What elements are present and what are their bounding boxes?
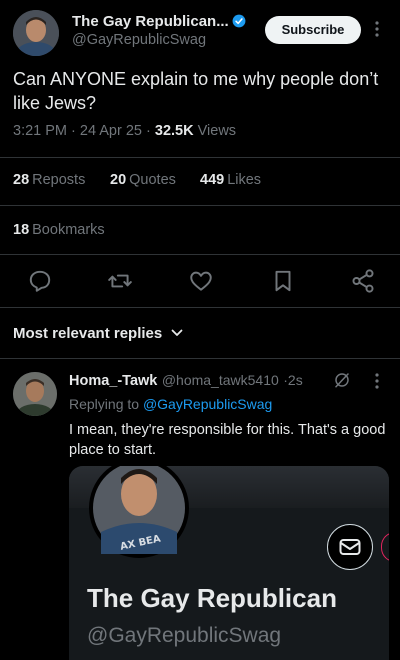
post-time: 3:21 PM (13, 123, 67, 139)
chevron-down-icon (172, 329, 183, 336)
author-avatar-image (13, 10, 59, 56)
likes-count: 449 (200, 172, 225, 188)
reply-text: I mean, they're responsible for this. Th… (69, 422, 386, 458)
replying-to-prefix: Replying to (69, 396, 140, 412)
verified-badge-icon (232, 14, 246, 28)
profile-picture: AX BEA (87, 466, 191, 558)
bookmarks-count: 18 (13, 222, 30, 238)
replying-to-line: Replying to @GayRepublicSwag (69, 396, 272, 412)
meta-separator: · (71, 123, 76, 139)
reply-author-avatar[interactable] (13, 372, 57, 416)
reposts-count: 28 (13, 172, 30, 188)
more-options-icon[interactable] (374, 20, 380, 42)
views-count[interactable]: 32.5K (155, 123, 194, 139)
quotes-count: 20 (110, 172, 127, 188)
meta-separator: · (146, 123, 151, 139)
envelope-icon (339, 539, 361, 555)
post-date: 24 Apr 25 (79, 123, 142, 139)
post-author-name-row[interactable]: The Gay Republican... (72, 13, 246, 30)
divider (0, 358, 400, 359)
repost-icon[interactable] (107, 268, 133, 294)
divider (0, 205, 400, 206)
reposts-stat[interactable]: 28 Reposts (13, 172, 85, 188)
like-icon[interactable] (188, 268, 214, 294)
reply-header: Homa_-Tawk @homa_tawk5410 ·2s (69, 372, 303, 390)
reply-avatar-image (13, 372, 57, 416)
likes-stat[interactable]: 449 Likes (200, 172, 261, 188)
divider (0, 254, 400, 255)
views-label[interactable]: Views (198, 123, 236, 139)
quotes-label: Quotes (129, 172, 176, 188)
author-avatar[interactable] (13, 10, 59, 56)
share-icon[interactable] (350, 268, 376, 294)
subscribe-button[interactable]: Subscribe (265, 16, 361, 44)
replies-section-title: Most relevant replies (13, 325, 163, 342)
post-meta: 3:21 PM · 24 Apr 25 · 32.5K Views (13, 123, 236, 139)
reply-more-options-icon[interactable] (374, 372, 380, 394)
bookmark-icon[interactable] (270, 268, 296, 294)
bookmarks-stat[interactable]: 18 Bookmarks (13, 222, 105, 238)
divider (0, 157, 400, 158)
message-button[interactable] (327, 524, 373, 570)
partial-button-edge (381, 532, 389, 562)
quotes-stat[interactable]: 20 Quotes (110, 172, 176, 188)
reply-media-image[interactable]: AX BEA The Gay Republican @GayRepublicSw… (69, 466, 389, 660)
divider (0, 307, 400, 308)
profile-handle: @GayRepublicSwag (87, 624, 282, 647)
reply-author-handle[interactable]: @homa_tawk5410 (162, 372, 279, 388)
reply-icon[interactable] (27, 268, 53, 294)
grok-icon[interactable] (333, 371, 351, 389)
replying-to-link[interactable]: @GayRepublicSwag (143, 396, 272, 412)
post-author-name[interactable]: The Gay Republican... (72, 13, 229, 30)
reply-time[interactable]: 2s (288, 372, 303, 388)
reposts-label: Reposts (32, 172, 86, 188)
likes-label: Likes (227, 172, 262, 188)
post-author-handle[interactable]: @GayRepublicSwag (72, 32, 206, 48)
bookmarks-label: Bookmarks (32, 222, 105, 238)
replies-sort-dropdown[interactable]: Most relevant replies (13, 325, 183, 342)
profile-display-name: The Gay Republican (87, 583, 337, 613)
reply-author-name[interactable]: Homa_-Tawk (69, 373, 157, 389)
post-text: Can ANYONE explain to me why people don’… (13, 69, 379, 113)
